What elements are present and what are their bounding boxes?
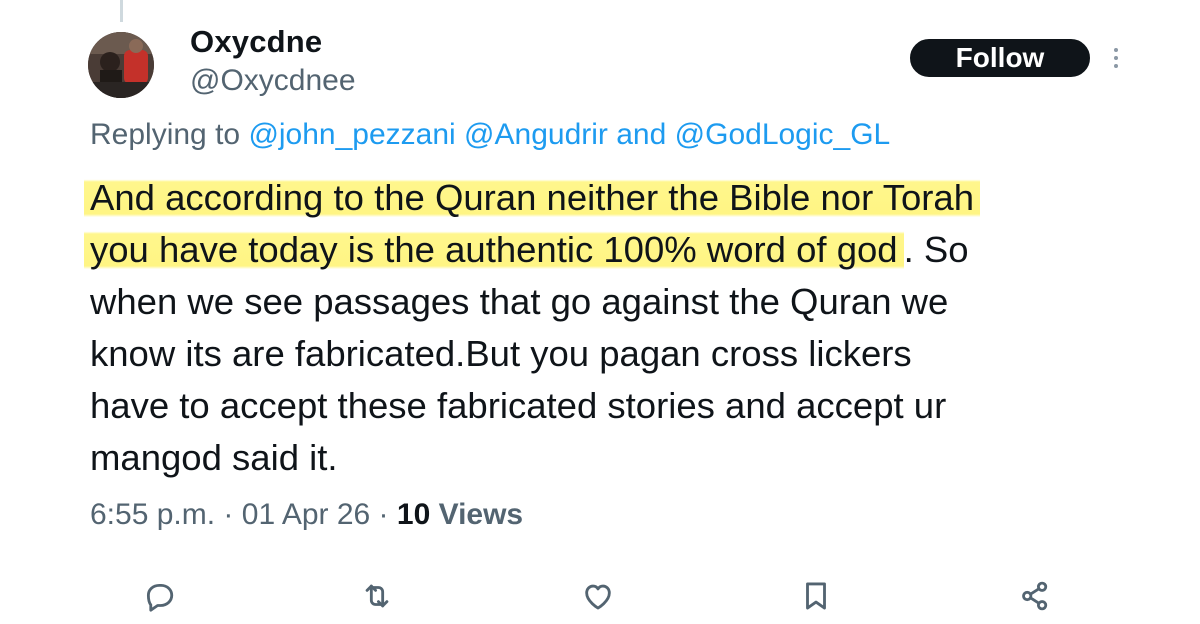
avatar-image (88, 32, 154, 98)
tweet-action-bar (0, 574, 1200, 618)
highlighted-text: you have today is the authentic 100% wor… (84, 229, 904, 270)
views-label: Views (438, 498, 524, 531)
share-icon (1022, 581, 1048, 611)
author-display-name[interactable]: Oxycdne (190, 24, 322, 60)
mention-link[interactable]: @john_pezzani (248, 118, 455, 151)
highlighted-text: And according to the Quran neither the B… (84, 177, 981, 218)
heart-icon (585, 584, 611, 610)
like-button[interactable] (576, 574, 620, 618)
reply-button[interactable] (137, 574, 181, 618)
retweet-icon (365, 584, 389, 608)
tweet-text-line: you have today is the authentic 100% wor… (84, 224, 1140, 276)
tweet-metadata: 6:55 p.m. · 01 Apr 26 · 10 Views (90, 498, 523, 532)
replying-to-label: Replying to (90, 118, 241, 151)
tweet-text-line: And according to the Quran neither the B… (84, 172, 1140, 224)
tweet-text-line: know its are fabricated.But you pagan cr… (90, 333, 912, 374)
mention-link[interactable]: @GodLogic_GL (675, 118, 891, 151)
avatar[interactable] (88, 32, 154, 98)
bookmark-icon (806, 582, 826, 610)
tweet-text-line: when we see passages that go against the… (90, 281, 949, 322)
mention-link[interactable]: @Angudrir (464, 118, 608, 151)
thread-connector-line (120, 0, 123, 22)
replying-to: Replying to @john_pezzani @Angudrir and … (90, 118, 890, 152)
meta-separator: · (223, 498, 234, 531)
tweet-time[interactable]: 6:55 p.m. (90, 498, 215, 531)
share-button[interactable] (1013, 574, 1057, 618)
tweet-text-line: have to accept these fabricated stories … (90, 385, 947, 426)
tweet-date[interactable]: 01 Apr 26 (242, 498, 370, 531)
more-options-icon[interactable] (1106, 40, 1126, 76)
views-count[interactable]: 10 (397, 498, 430, 531)
author-handle[interactable]: @Oxycdnee (190, 64, 356, 98)
tweet-text: And according to the Quran neither the B… (84, 172, 1140, 484)
bookmark-button[interactable] (794, 574, 838, 618)
retweet-button[interactable] (355, 574, 399, 618)
follow-button[interactable]: Follow (910, 39, 1090, 77)
meta-separator: · (378, 498, 389, 531)
reply-icon (146, 583, 174, 612)
mention-joiner: and (616, 118, 667, 151)
tweet-text-fragment: . So (903, 229, 969, 270)
tweet-text-line: mangod said it. (90, 437, 338, 478)
